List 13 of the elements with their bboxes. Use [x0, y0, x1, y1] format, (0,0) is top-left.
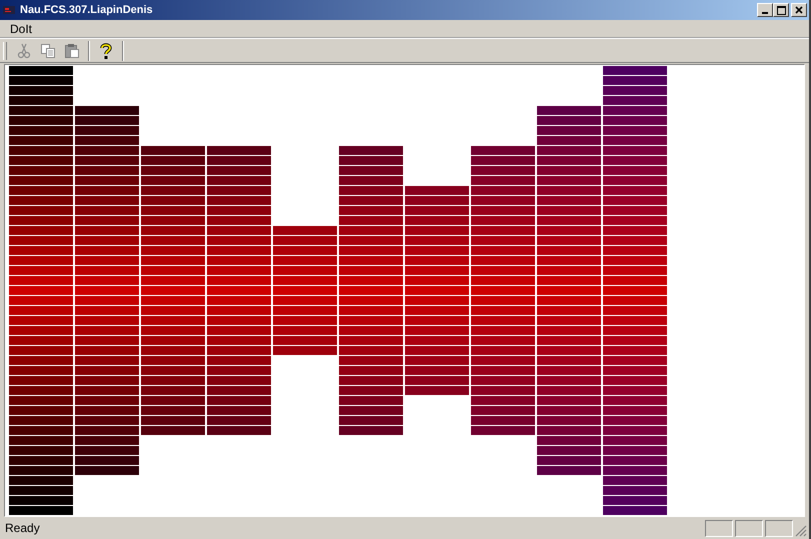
app-icon [2, 4, 16, 16]
status-pane [765, 520, 793, 536]
close-icon [795, 6, 803, 14]
menu-item[interactable]: DoIt [4, 22, 38, 36]
window-title: Nau.FCS.307.LiapinDenis [20, 4, 153, 16]
maximize-icon [776, 6, 786, 14]
status-pane [735, 520, 763, 536]
resize-grip-icon [795, 525, 807, 537]
maximize-button[interactable] [773, 3, 789, 17]
status-pane [705, 520, 733, 536]
minimize-button[interactable] [757, 3, 773, 17]
status-text: Ready [5, 521, 40, 535]
close-button[interactable] [791, 3, 807, 17]
